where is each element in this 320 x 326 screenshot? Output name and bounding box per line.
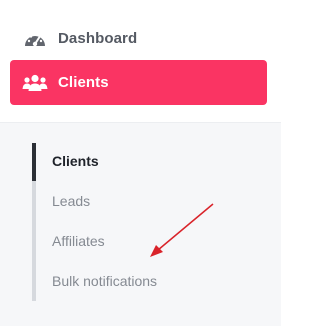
nav-item-clients[interactable]: Clients — [10, 60, 267, 105]
submenu-active-indicator — [32, 143, 36, 181]
submenu-item-bulk-notifications[interactable]: Bulk notifications — [52, 273, 157, 289]
submenu-item-leads[interactable]: Leads — [52, 193, 90, 209]
sidebar: Dashboard Clients Clients Leads Affiliat… — [0, 0, 281, 326]
nav-item-clients-label: Clients — [58, 74, 109, 91]
submenu-item-clients[interactable]: Clients — [52, 153, 99, 169]
submenu-item-affiliates[interactable]: Affiliates — [52, 233, 105, 249]
gauge-icon — [22, 28, 48, 50]
nav-item-dashboard-label: Dashboard — [58, 30, 138, 47]
clients-submenu: Clients Leads Affiliates Bulk notificati… — [0, 122, 281, 326]
nav-item-dashboard[interactable]: Dashboard — [10, 16, 267, 61]
users-icon — [22, 72, 48, 94]
